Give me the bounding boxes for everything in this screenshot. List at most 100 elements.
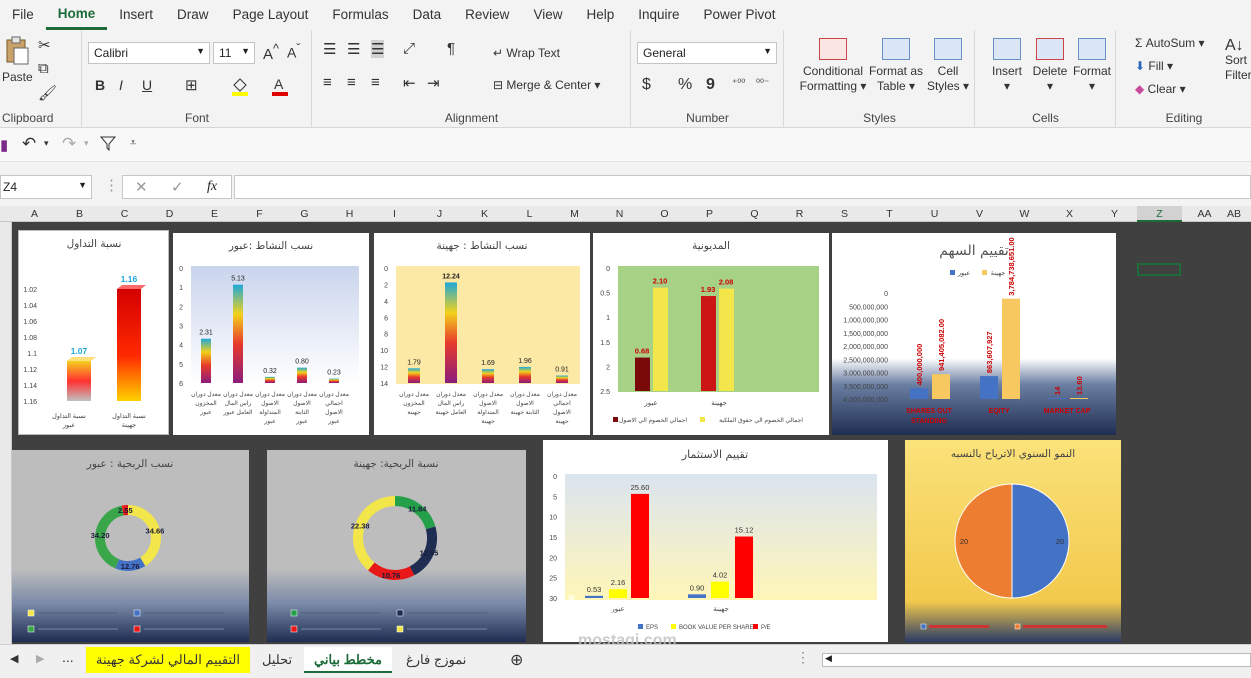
menu-file[interactable]: File — [0, 0, 46, 30]
conditional-formatting-button[interactable]: Conditional Formatting ▾ — [793, 38, 873, 94]
tab-options-icon[interactable]: ⋮ — [796, 649, 810, 666]
percent-button[interactable]: % — [678, 76, 692, 94]
font-color-button[interactable]: A — [271, 76, 289, 99]
underline-button[interactable]: U — [142, 77, 152, 93]
column-header-i[interactable]: I — [372, 206, 417, 222]
column-header-h[interactable]: H — [327, 206, 372, 222]
column-header-e[interactable]: E — [192, 206, 237, 222]
rtl-icon[interactable]: ¶ — [447, 40, 455, 57]
fill-button[interactable]: ⬇ Fill ▾ — [1135, 59, 1173, 73]
number-format-select[interactable]: General ▼ — [637, 42, 777, 64]
menu-formulas[interactable]: Formulas — [320, 0, 400, 30]
column-header-m[interactable]: M — [552, 206, 597, 222]
font-name-select[interactable]: Calibri ▼ — [88, 42, 210, 64]
column-header-aa[interactable]: AA — [1182, 206, 1227, 222]
scroll-left-icon[interactable]: ◀ — [10, 652, 18, 665]
column-header-a[interactable]: A — [12, 206, 57, 222]
comma-button[interactable]: 9 — [706, 76, 715, 94]
autosum-button[interactable]: Σ AutoSum ▾ — [1135, 36, 1204, 50]
delete-cells-button[interactable]: Delete ▾ — [1028, 38, 1072, 94]
menu-review[interactable]: Review — [453, 0, 521, 30]
align-middle-icon[interactable]: ☰ — [347, 40, 360, 58]
column-header-s[interactable]: S — [822, 206, 867, 222]
tab-charts[interactable]: مخطط بياني — [304, 647, 392, 673]
format-cells-button[interactable]: Format ▾ — [1070, 38, 1114, 94]
tab-analysis[interactable]: تحليل — [252, 647, 302, 673]
decrease-font-icon[interactable]: Aˇ — [287, 42, 300, 61]
borders-icon[interactable]: ⊞ — [185, 76, 198, 94]
chevron-down-icon[interactable]: ▾ — [84, 138, 89, 149]
menu-view[interactable]: View — [521, 0, 574, 30]
wrap-text-button[interactable]: ↵ Wrap Text — [493, 46, 560, 60]
column-header-q[interactable]: Q — [732, 206, 777, 222]
column-header-z[interactable]: Z — [1137, 206, 1182, 222]
formula-input[interactable] — [234, 175, 1251, 199]
cell-styles-button[interactable]: Cell Styles ▾ — [925, 38, 971, 94]
customize-qat-icon[interactable]: ⩡ — [130, 137, 136, 150]
align-left-icon[interactable]: ≡ — [323, 74, 332, 91]
chevron-down-icon[interactable]: ▾ — [44, 138, 49, 149]
chart-share-valuation[interactable]: تقييم السهم عبور جهينة 4,000,000,000 3,500,0… — [832, 233, 1116, 435]
chart-leverage[interactable]: المديونية 2.5 2 1.5 1 0.5 0 0.68 1.93 2.10 2.08 عبو… — [593, 233, 829, 435]
column-header-d[interactable]: D — [147, 206, 192, 222]
column-header-k[interactable]: K — [462, 206, 507, 222]
menu-draw[interactable]: Draw — [165, 0, 221, 30]
add-sheet-icon[interactable]: ⊕ — [510, 650, 523, 670]
undo-icon[interactable]: ↶ — [22, 134, 36, 154]
font-size-select[interactable]: 11 ▼ — [213, 42, 255, 64]
column-header-r[interactable]: R — [777, 206, 822, 222]
column-header-b[interactable]: B — [57, 206, 102, 222]
chart-annual-growth[interactable]: النمو السنوي الاترباح بالنسبه 20 20 — [905, 440, 1121, 642]
increase-decimal-icon[interactable]: ⁺⁰⁰ — [732, 78, 745, 89]
chart-activity-juhayna[interactable]: نسب النشاط : جهينة 14 12 10 8 6 4 2 0 1.79 12.24 1.… — [374, 233, 590, 435]
menu-help[interactable]: Help — [574, 0, 626, 30]
menu-inquire[interactable]: Inquire — [626, 0, 691, 30]
menu-insert[interactable]: Insert — [107, 0, 165, 30]
column-header-y[interactable]: Y — [1092, 206, 1137, 222]
chart-profitability-juhayna[interactable]: نسبة الربحية: جهينة 11.84 12.55 10.76 22.38 — [267, 450, 526, 642]
currency-button[interactable]: $ — [642, 76, 651, 94]
indent-decrease-icon[interactable]: ⇤ — [403, 74, 416, 92]
column-header-l[interactable]: L — [507, 206, 552, 222]
redo-icon[interactable]: ↷ — [62, 134, 76, 154]
column-header-o[interactable]: O — [642, 206, 687, 222]
column-header-w[interactable]: W — [1002, 206, 1047, 222]
align-bottom-icon[interactable]: ☰ — [371, 40, 385, 58]
menu-data[interactable]: Data — [401, 0, 454, 30]
format-painter-icon[interactable]: 🖌 — [38, 84, 57, 102]
enter-icon[interactable]: ✓ — [171, 178, 184, 196]
bold-button[interactable]: B — [95, 77, 105, 93]
chart-activity-obour[interactable]: نسب النشاط :عبور 6 5 4 3 2 1 0 2.31 5.13 0.32 0.80 0… — [173, 233, 369, 435]
decrease-decimal-icon[interactable]: ⁰⁰⁻ — [756, 78, 769, 89]
selected-cell[interactable] — [1137, 263, 1181, 276]
cut-icon[interactable]: ✂ — [38, 36, 51, 54]
scroll-left-arrow-icon[interactable]: ◀ — [825, 653, 832, 664]
orientation-icon[interactable]: ⤢ — [403, 40, 415, 57]
clear-button[interactable]: ◆ Clear ▾ — [1135, 82, 1186, 96]
column-header-t[interactable]: T — [867, 206, 912, 222]
italic-button[interactable]: I — [119, 77, 123, 93]
more-tabs-icon[interactable]: ... — [62, 649, 74, 665]
column-header-n[interactable]: N — [597, 206, 642, 222]
tab-blank-template[interactable]: نموزج فارغ — [396, 647, 476, 673]
align-center-icon[interactable]: ≡ — [347, 74, 356, 91]
column-header-ab[interactable]: AB — [1227, 206, 1241, 222]
align-top-icon[interactable]: ☰ — [323, 40, 336, 58]
insert-cells-button[interactable]: Insert ▾ — [984, 38, 1030, 94]
format-as-table-button[interactable]: Format as Table ▾ — [867, 38, 925, 94]
tab-financial-valuation[interactable]: التقييم المالي لشركة جهينة — [86, 647, 250, 673]
column-header-f[interactable]: F — [237, 206, 282, 222]
chart-profitability-obour[interactable]: نسب الربحية : عبور 34.66 12.76 34.20 2.55 — [12, 450, 249, 642]
column-header-p[interactable]: P — [687, 206, 732, 222]
increase-font-icon[interactable]: A^ — [263, 42, 279, 63]
copy-icon[interactable]: ⧉ — [38, 60, 49, 77]
column-header-x[interactable]: X — [1047, 206, 1092, 222]
chart-current-ratio[interactable]: نسبة التداول 1.16 1.14 1.12 1.1 1.08 1.06 1.04 1… — [18, 230, 169, 435]
align-right-icon[interactable]: ≡ — [371, 74, 380, 91]
column-header-c[interactable]: C — [102, 206, 147, 222]
indent-increase-icon[interactable]: ⇥ — [427, 74, 440, 92]
column-header-g[interactable]: G — [282, 206, 327, 222]
menu-page-layout[interactable]: Page Layout — [221, 0, 321, 30]
save-icon[interactable]: ▮ — [0, 136, 8, 154]
sort-filter-button[interactable]: A↓ Sort Filter — [1225, 38, 1251, 83]
